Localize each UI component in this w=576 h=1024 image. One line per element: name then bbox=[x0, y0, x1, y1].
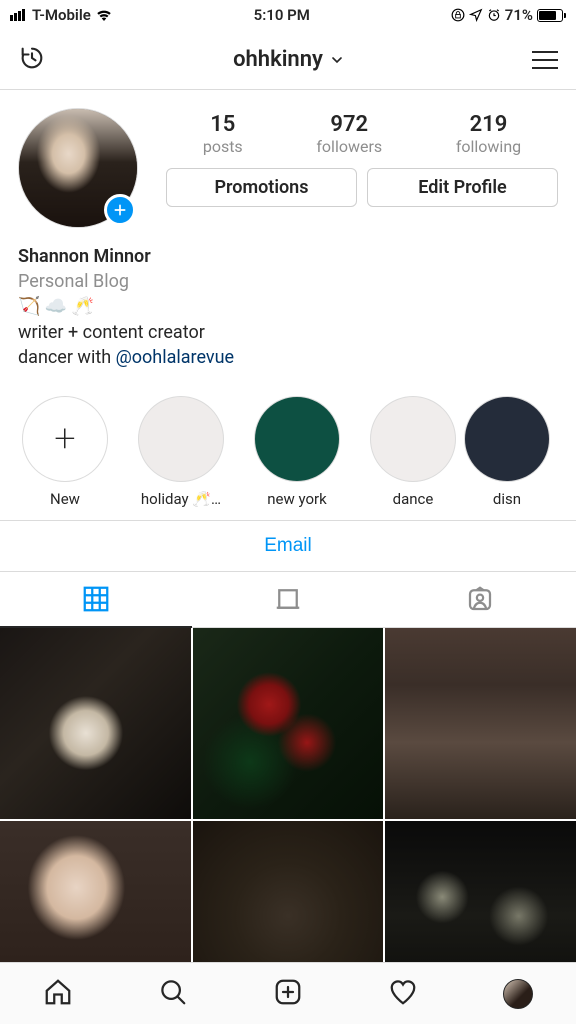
tab-tagged[interactable] bbox=[384, 572, 576, 627]
nav-header: ohhkinny bbox=[0, 30, 576, 90]
posts-count: 15 bbox=[203, 112, 243, 137]
nav-profile[interactable] bbox=[503, 979, 533, 1009]
following-stat[interactable]: 219 following bbox=[456, 112, 521, 156]
bio-mention[interactable]: @oohlalarevue bbox=[116, 347, 235, 368]
nav-activity[interactable] bbox=[388, 977, 418, 1011]
bio-emoji-line: 🏹 ☁️ 🥂 bbox=[18, 294, 558, 319]
bio-line-2: dancer with @oohlalarevue bbox=[18, 345, 558, 370]
status-left: T-Mobile bbox=[10, 6, 113, 24]
highlight-new[interactable]: + New bbox=[18, 396, 112, 508]
highlight-disn[interactable]: disn bbox=[482, 396, 532, 508]
battery-icon bbox=[537, 9, 566, 22]
wifi-icon bbox=[95, 8, 113, 22]
highlight-label: New bbox=[50, 490, 80, 508]
highlight-label: disn bbox=[493, 490, 521, 508]
add-story-badge[interactable] bbox=[104, 194, 136, 226]
contact-row: Email bbox=[0, 521, 576, 572]
alarm-icon bbox=[487, 8, 501, 22]
bio-name: Shannon Minnor bbox=[18, 244, 558, 269]
highlight-new-york[interactable]: new york bbox=[250, 396, 344, 508]
followers-stat[interactable]: 972 followers bbox=[316, 112, 382, 156]
profile-tabs bbox=[0, 572, 576, 628]
tab-feed[interactable] bbox=[192, 572, 384, 627]
archive-button[interactable] bbox=[18, 44, 46, 76]
nav-create[interactable] bbox=[273, 977, 303, 1011]
email-button[interactable]: Email bbox=[264, 535, 312, 557]
promotions-button[interactable]: Promotions bbox=[166, 168, 357, 207]
home-icon bbox=[43, 977, 73, 1007]
status-time: 5:10 PM bbox=[254, 6, 310, 24]
menu-button[interactable] bbox=[532, 51, 558, 69]
posts-label: posts bbox=[203, 137, 243, 156]
status-right: 71% bbox=[451, 6, 566, 24]
post-thumbnail[interactable] bbox=[385, 628, 576, 819]
following-count: 219 bbox=[456, 112, 521, 137]
lock-icon bbox=[451, 8, 465, 22]
location-icon bbox=[469, 8, 483, 22]
create-icon bbox=[273, 977, 303, 1007]
highlight-dance[interactable]: dance bbox=[366, 396, 460, 508]
posts-stat[interactable]: 15 posts bbox=[203, 112, 243, 156]
nav-home[interactable] bbox=[43, 977, 73, 1011]
status-bar: T-Mobile 5:10 PM 71% bbox=[0, 0, 576, 30]
tab-grid[interactable] bbox=[0, 572, 192, 627]
bottom-nav bbox=[0, 962, 576, 1024]
chevron-down-icon bbox=[329, 52, 345, 68]
username-dropdown[interactable]: ohhkinny bbox=[233, 47, 345, 72]
highlight-label: new york bbox=[267, 490, 326, 508]
plus-icon bbox=[112, 202, 128, 218]
carrier-name: T-Mobile bbox=[32, 6, 91, 24]
edit-profile-button[interactable]: Edit Profile bbox=[367, 168, 558, 207]
tagged-icon bbox=[465, 584, 495, 614]
post-thumbnail[interactable] bbox=[193, 628, 384, 819]
followers-count: 972 bbox=[316, 112, 382, 137]
highlight-holiday[interactable]: holiday 🥂… bbox=[134, 396, 228, 508]
profile-section: 15 posts 972 followers 219 following Pro… bbox=[0, 90, 576, 382]
highlight-label: dance bbox=[393, 490, 434, 508]
following-label: following bbox=[456, 137, 521, 156]
battery-percent: 71% bbox=[505, 6, 533, 24]
bio-line-1: writer + content creator bbox=[18, 320, 558, 345]
feed-icon bbox=[273, 584, 303, 614]
archive-icon bbox=[18, 44, 46, 72]
highlights-row[interactable]: + New holiday 🥂… new york dance disn bbox=[0, 382, 576, 521]
nav-avatar-icon bbox=[503, 979, 533, 1009]
highlight-label: holiday 🥂… bbox=[141, 490, 221, 508]
search-icon bbox=[158, 977, 188, 1007]
signal-bars-icon bbox=[10, 9, 25, 21]
plus-icon: + bbox=[54, 417, 75, 461]
post-thumbnail[interactable] bbox=[0, 628, 191, 819]
followers-label: followers bbox=[316, 137, 382, 156]
grid-icon bbox=[81, 584, 111, 614]
post-grid bbox=[0, 628, 576, 1011]
bio: Shannon Minnor Personal Blog 🏹 ☁️ 🥂 writ… bbox=[18, 244, 558, 370]
username-text: ohhkinny bbox=[233, 47, 323, 72]
profile-avatar[interactable] bbox=[18, 108, 138, 228]
bio-category: Personal Blog bbox=[18, 269, 558, 294]
stats-row: 15 posts 972 followers 219 following bbox=[166, 108, 558, 156]
nav-search[interactable] bbox=[158, 977, 188, 1011]
heart-icon bbox=[388, 977, 418, 1007]
